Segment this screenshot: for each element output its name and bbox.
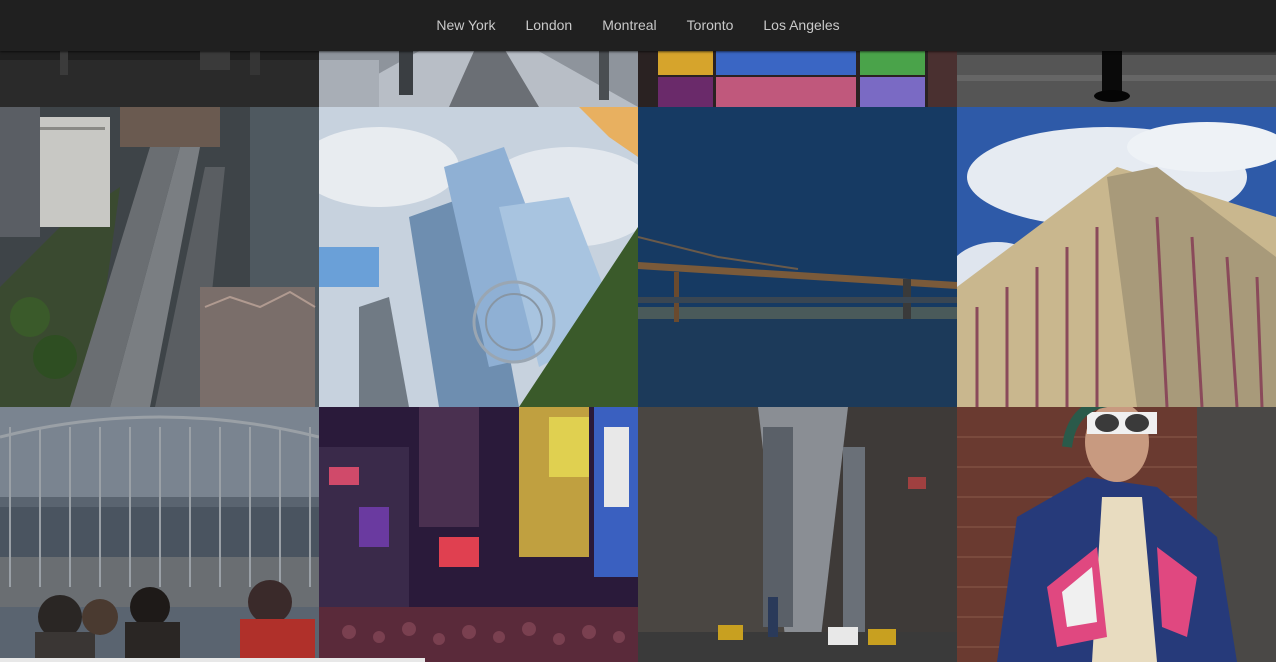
photo-tile-bridge-river[interactable] xyxy=(638,107,957,407)
photo-tile-times-square[interactable] xyxy=(319,407,638,662)
nav-link-new-york[interactable]: New York xyxy=(421,17,510,33)
photo-tile-woman-jacket[interactable] xyxy=(957,407,1276,662)
nav-link-toronto[interactable]: Toronto xyxy=(672,17,749,33)
nav-link-london[interactable]: London xyxy=(510,17,587,33)
photo-tile-avenue-canyon[interactable] xyxy=(638,407,957,662)
top-navbar: New York London Montreal Toronto Los Ang… xyxy=(0,0,1276,51)
photo-tile-aerial-highway[interactable] xyxy=(0,107,319,407)
city-nav: New York London Montreal Toronto Los Ang… xyxy=(421,0,854,51)
nav-link-montreal[interactable]: Montreal xyxy=(587,17,671,33)
horizontal-scrollbar[interactable] xyxy=(0,658,425,662)
photo-tile-glass-towers[interactable] xyxy=(319,107,638,407)
photo-grid xyxy=(0,0,1276,662)
nav-link-los-angeles[interactable]: Los Angeles xyxy=(748,17,854,33)
photo-tile-skyscraper-upward[interactable] xyxy=(957,107,1276,407)
photo-tile-observation-deck[interactable] xyxy=(0,407,319,662)
